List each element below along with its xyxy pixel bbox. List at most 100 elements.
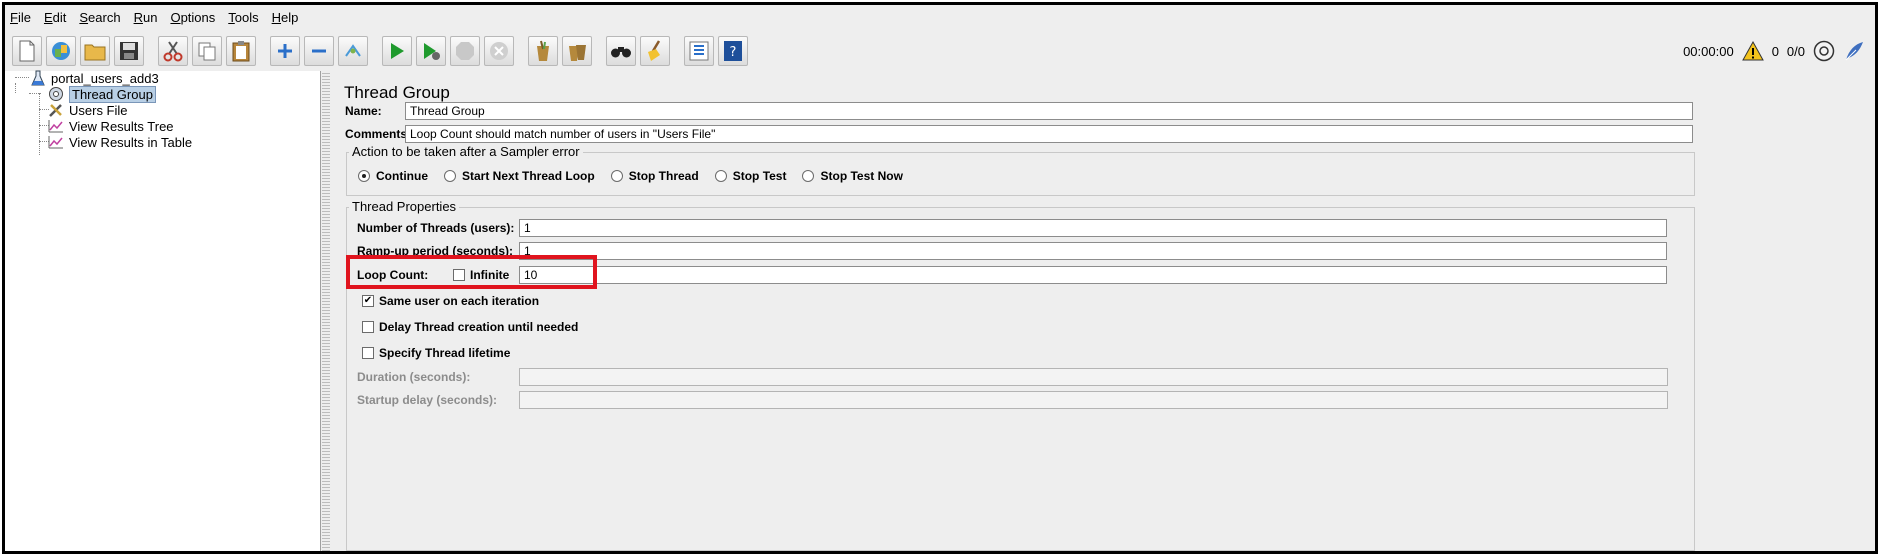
sampler-error-title: Action to be taken after a Sampler error bbox=[349, 144, 583, 159]
listener-icon bbox=[47, 134, 65, 150]
save-icon bbox=[120, 42, 138, 60]
toolbar: ? 00:00:00 0 0/0 bbox=[5, 33, 1875, 69]
thread-group-panel: Thread Group Name: Comments: Action to b… bbox=[332, 71, 1875, 551]
cut-button[interactable] bbox=[158, 36, 188, 66]
delay-thread-checkbox[interactable] bbox=[362, 321, 374, 333]
new-icon bbox=[19, 40, 35, 62]
open-button[interactable] bbox=[80, 36, 110, 66]
clear-all-icon bbox=[569, 45, 586, 61]
config-element-icon bbox=[47, 102, 65, 118]
toggle-button[interactable] bbox=[338, 36, 368, 66]
test-plan-icon bbox=[29, 70, 47, 86]
duration-label: Duration (seconds): bbox=[357, 370, 471, 384]
start-icon bbox=[391, 43, 404, 59]
search-button[interactable] bbox=[606, 36, 636, 66]
radio-button[interactable] bbox=[610, 170, 623, 182]
copy-button[interactable] bbox=[192, 36, 222, 66]
annotation-highlight-box bbox=[346, 255, 597, 289]
page-title: Thread Group bbox=[344, 83, 450, 102]
menu-run[interactable]: Run bbox=[134, 10, 158, 25]
test-plan-tree: portal_users_add3 Thread Group Users Fil… bbox=[5, 70, 321, 551]
radio-start-next-thread-loop[interactable]: Start Next Thread Loop bbox=[444, 169, 595, 183]
menu-tools[interactable]: Tools bbox=[228, 10, 258, 25]
shutdown-button[interactable] bbox=[484, 36, 514, 66]
active-threads: 0/0 bbox=[1786, 43, 1805, 59]
radio-button[interactable] bbox=[802, 170, 815, 182]
svg-text:?: ? bbox=[730, 45, 737, 60]
copy-icon bbox=[198, 42, 216, 61]
menu-options[interactable]: Options bbox=[170, 10, 215, 25]
name-label: Name: bbox=[345, 104, 382, 118]
tree-node-view-results-table[interactable]: View Results in Table bbox=[47, 133, 192, 151]
reset-search-icon bbox=[648, 40, 661, 61]
menu-edit[interactable]: Edit bbox=[44, 10, 66, 25]
collapse-button[interactable] bbox=[304, 36, 334, 66]
rampup-input[interactable] bbox=[519, 242, 1667, 260]
reset-search-button[interactable] bbox=[640, 36, 670, 66]
menu-bar: File Edit Search Run Options Tools Help bbox=[5, 5, 1875, 29]
warning-count: 0 bbox=[1771, 43, 1779, 59]
start-no-pauses-icon bbox=[424, 43, 440, 60]
help-button[interactable]: ? bbox=[718, 36, 748, 66]
toggle-icon bbox=[345, 44, 361, 57]
clear-icon bbox=[537, 40, 549, 61]
radio-stop-test-now[interactable]: Stop Test Now bbox=[802, 169, 903, 183]
help-icon: ? bbox=[724, 41, 742, 61]
same-user-row[interactable]: ✔ Same user on each iteration bbox=[362, 294, 539, 308]
warning-icon[interactable] bbox=[1741, 41, 1764, 61]
save-button[interactable] bbox=[114, 36, 144, 66]
cut-icon bbox=[163, 41, 183, 62]
menu-help[interactable]: Help bbox=[272, 10, 299, 25]
shutdown-icon bbox=[490, 42, 508, 60]
comments-input[interactable] bbox=[405, 125, 1693, 143]
delay-thread-row[interactable]: Delay Thread creation until needed bbox=[362, 320, 578, 334]
stop-button[interactable] bbox=[450, 36, 480, 66]
radio-button-selected[interactable] bbox=[358, 170, 370, 182]
new-button[interactable] bbox=[12, 36, 42, 66]
pane-splitter[interactable] bbox=[322, 71, 330, 551]
stop-icon bbox=[456, 42, 474, 60]
collapse-icon bbox=[312, 49, 326, 53]
function-helper-button[interactable] bbox=[684, 36, 714, 66]
startup-delay-input[interactable] bbox=[519, 391, 1668, 409]
expand-icon bbox=[278, 44, 292, 58]
function-helper-icon bbox=[689, 41, 709, 61]
elapsed-timer: 00:00:00 bbox=[1683, 43, 1734, 59]
start-button[interactable] bbox=[382, 36, 412, 66]
menu-file[interactable]: File bbox=[10, 10, 31, 25]
threads-input[interactable] bbox=[519, 219, 1667, 237]
expand-button[interactable] bbox=[270, 36, 300, 66]
templates-button[interactable] bbox=[46, 36, 76, 66]
jmeter-window: File Edit Search Run Options Tools Help bbox=[2, 2, 1878, 554]
radio-button[interactable] bbox=[714, 170, 727, 182]
radio-continue[interactable]: Continue bbox=[358, 169, 428, 183]
thread-group-icon bbox=[47, 86, 65, 102]
specify-lifetime-row[interactable]: Specify Thread lifetime bbox=[362, 346, 510, 360]
start-no-pauses-button[interactable] bbox=[416, 36, 446, 66]
radio-stop-test[interactable]: Stop Test bbox=[714, 169, 786, 183]
comments-label: Comments: bbox=[345, 127, 412, 141]
search-icon bbox=[611, 47, 631, 58]
paste-icon bbox=[232, 41, 250, 62]
clear-all-button[interactable] bbox=[562, 36, 592, 66]
radio-stop-thread[interactable]: Stop Thread bbox=[610, 169, 699, 183]
clear-button[interactable] bbox=[528, 36, 558, 66]
listener-icon bbox=[47, 118, 65, 134]
feather-icon bbox=[1845, 42, 1863, 61]
thread-properties-title: Thread Properties bbox=[349, 199, 460, 214]
paste-button[interactable] bbox=[226, 36, 256, 66]
loop-count-input[interactable] bbox=[519, 266, 1667, 284]
specify-lifetime-checkbox[interactable] bbox=[362, 347, 374, 359]
same-user-checkbox[interactable]: ✔ bbox=[362, 295, 374, 307]
status-area: 00:00:00 0 0/0 bbox=[1683, 33, 1865, 69]
menu-search[interactable]: Search bbox=[79, 10, 120, 25]
open-icon bbox=[84, 44, 106, 61]
templates-icon bbox=[52, 42, 70, 60]
duration-input[interactable] bbox=[519, 368, 1668, 386]
remote-status-icon bbox=[1813, 40, 1835, 62]
sampler-error-options: Continue Start Next Thread Loop Stop Thr… bbox=[358, 169, 919, 183]
name-input[interactable] bbox=[405, 102, 1693, 120]
startup-delay-label: Startup delay (seconds): bbox=[357, 393, 498, 407]
radio-button[interactable] bbox=[444, 170, 456, 182]
threads-label: Number of Threads (users): bbox=[357, 221, 515, 235]
